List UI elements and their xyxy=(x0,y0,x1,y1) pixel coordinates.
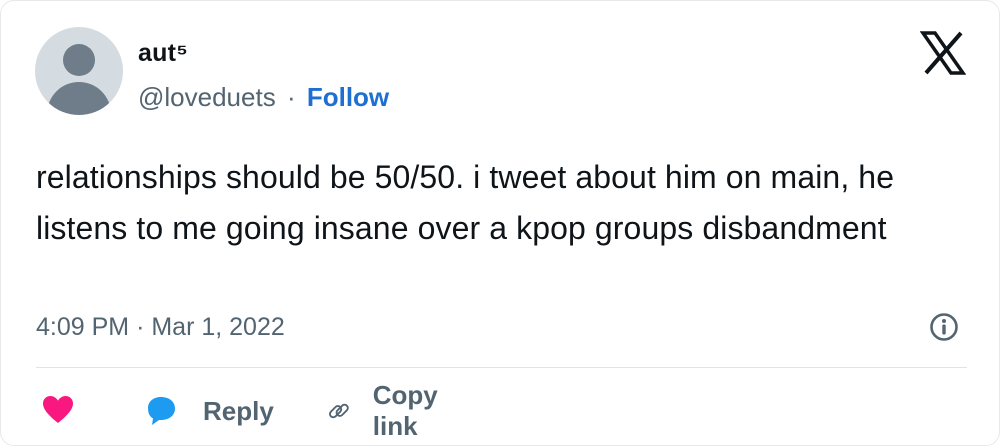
author-handle[interactable]: @loveduets xyxy=(138,82,276,112)
reply-label: Reply xyxy=(203,395,274,426)
heart-icon[interactable] xyxy=(42,395,74,425)
timestamp-separator: · xyxy=(136,313,145,341)
handle-separator: · xyxy=(286,82,296,112)
author-handle-row: @loveduets · Follow xyxy=(138,82,389,113)
divider xyxy=(36,367,967,368)
reply-button[interactable]: Reply xyxy=(144,389,274,433)
tweet-timestamp[interactable]: 4:09 PM · Mar 1, 2022 xyxy=(36,313,285,342)
speech-bubble-icon xyxy=(148,397,175,425)
tweet-date: Mar 1, 2022 xyxy=(151,313,285,341)
info-icon[interactable] xyxy=(929,312,959,342)
copy-link-button[interactable]: Copy link xyxy=(327,380,450,441)
avatar[interactable] xyxy=(35,27,123,115)
follow-link[interactable]: Follow xyxy=(307,82,389,112)
x-logo-icon[interactable] xyxy=(920,31,966,75)
tweet-text: relationships should be 50/50. i tweet a… xyxy=(36,159,895,246)
avatar-head xyxy=(63,44,95,76)
avatar-shoulders xyxy=(47,82,111,115)
tweet-card: aut⁵ @loveduets · Follow relationships s… xyxy=(0,0,1000,446)
link-icon xyxy=(329,403,349,419)
author-display-name[interactable]: aut⁵ xyxy=(138,39,188,68)
tweet-time: 4:09 PM xyxy=(36,313,130,341)
copy-link-label: Copy link xyxy=(372,380,438,441)
